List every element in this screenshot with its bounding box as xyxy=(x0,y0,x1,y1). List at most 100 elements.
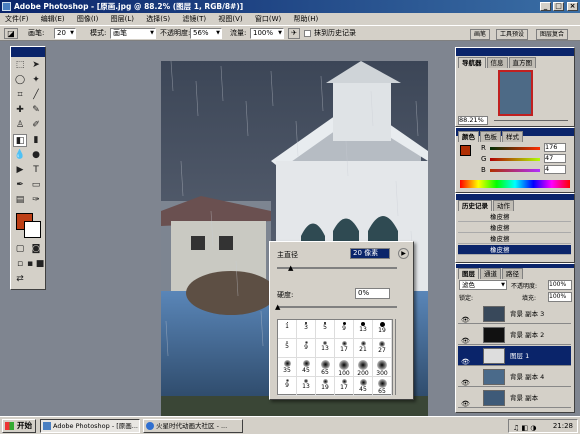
path-selection-icon[interactable]: ▶ xyxy=(13,164,27,177)
flow-input[interactable]: 100% xyxy=(250,28,284,39)
menu-help[interactable]: 帮助(H) xyxy=(288,13,323,25)
lasso-tool-icon[interactable]: ◯ xyxy=(13,74,27,87)
menu-window[interactable]: 窗口(W) xyxy=(250,13,286,25)
blue-value[interactable]: 4 xyxy=(544,165,566,174)
diameter-slider-thumb-icon[interactable]: ▲ xyxy=(288,264,293,272)
red-slider[interactable] xyxy=(490,147,540,150)
layer-row[interactable]: 👁 背景 副本 xyxy=(458,388,571,408)
brush-preset[interactable]: 35 xyxy=(278,358,297,377)
brush-preset[interactable]: 9 xyxy=(335,320,354,339)
menu-image[interactable]: 图像(I) xyxy=(72,13,104,25)
crop-tool-icon[interactable]: ⌗ xyxy=(13,89,27,102)
fill-value[interactable]: 100% xyxy=(548,292,572,302)
brush-preset[interactable]: 3 xyxy=(297,320,316,339)
brush-grid-scrollbar[interactable] xyxy=(395,319,403,395)
maximize-button[interactable]: □ xyxy=(553,2,564,11)
tab-histogram[interactable]: 直方图 xyxy=(508,57,536,68)
marquee-tool-icon[interactable]: ⬚ xyxy=(13,59,27,72)
layer-row-selected[interactable]: 👁 图层 1 xyxy=(458,346,571,366)
history-brush-icon[interactable]: ✐ xyxy=(29,119,43,132)
brush-preset[interactable]: 21 xyxy=(354,339,373,358)
well-brushes-tab[interactable]: 画笔 xyxy=(470,29,491,40)
eraser-tool-preset-icon[interactable]: ◪ xyxy=(4,28,18,39)
tab-color[interactable]: 颜色 xyxy=(458,131,479,142)
menu-edit[interactable]: 编辑(E) xyxy=(36,13,70,25)
blur-tool-icon[interactable]: 💧 xyxy=(13,149,27,162)
brush-preset[interactable]: 65 xyxy=(316,358,335,377)
magic-wand-icon[interactable]: ✦ xyxy=(29,74,43,87)
standard-mode-icon[interactable]: ▢ xyxy=(13,243,27,256)
brush-preset[interactable]: 45 xyxy=(297,358,316,377)
pen-tool-icon[interactable]: ✒ xyxy=(13,179,27,192)
menu-layer[interactable]: 图层(L) xyxy=(106,13,139,25)
blend-mode-select[interactable]: 滤色 xyxy=(459,280,507,290)
imageready-jump-icon[interactable]: ⇄ xyxy=(13,273,27,286)
brush-preset[interactable]: 9 xyxy=(297,339,316,358)
tab-info[interactable]: 信息 xyxy=(486,57,508,68)
menu-filter[interactable]: 滤镜(T) xyxy=(177,13,211,25)
eraser-tool-icon[interactable]: ◧ xyxy=(13,134,27,147)
slice-tool-icon[interactable]: ╱ xyxy=(29,89,43,102)
task-browser[interactable]: 火星时代动画大社区 - ... xyxy=(143,419,243,433)
brush-preset[interactable]: 9 xyxy=(278,377,297,396)
mode-select[interactable]: 画笔 xyxy=(110,28,156,39)
brush-preset[interactable]: 17 xyxy=(335,377,354,396)
color-ramp[interactable] xyxy=(460,180,570,188)
brush-preset[interactable]: 17 xyxy=(335,339,354,358)
opacity-input[interactable]: 56% xyxy=(190,28,222,39)
tab-layers[interactable]: 图层 xyxy=(458,268,479,279)
brush-preset[interactable]: 27 xyxy=(373,339,392,358)
hardness-slider-thumb-icon[interactable]: ▲ xyxy=(275,303,280,311)
clone-stamp-icon[interactable]: ♙ xyxy=(13,119,27,132)
brush-tool-icon[interactable]: ✎ xyxy=(29,104,43,117)
menu-select[interactable]: 选择(S) xyxy=(141,13,175,25)
navigator-thumbnail[interactable] xyxy=(498,70,533,116)
brush-menu-arrow-icon[interactable]: ▶ xyxy=(398,248,409,259)
color-fg-swatch[interactable] xyxy=(460,145,471,156)
brush-preset[interactable]: 100 xyxy=(335,358,354,377)
brush-picker[interactable]: 20 xyxy=(54,28,76,39)
brush-preset[interactable]: 19 xyxy=(316,377,335,396)
type-tool-icon[interactable]: T xyxy=(29,164,43,177)
green-value[interactable]: 47 xyxy=(544,154,566,163)
brush-preset[interactable]: 65 xyxy=(373,377,392,396)
move-tool-icon[interactable]: ➤ xyxy=(29,59,43,72)
eye-icon[interactable]: 👁 xyxy=(461,394,470,414)
well-layer-comps-tab[interactable]: 图层复合 xyxy=(536,29,569,40)
tab-actions[interactable]: 动作 xyxy=(493,200,514,211)
menu-view[interactable]: 视图(V) xyxy=(213,13,247,25)
layer-row[interactable]: 👁 背景 副本 3 xyxy=(458,304,571,324)
healing-brush-icon[interactable]: ✚ xyxy=(13,104,27,117)
brush-preset[interactable]: 13 xyxy=(316,339,335,358)
quick-mask-icon[interactable]: ◙ xyxy=(29,243,43,256)
shape-tool-icon[interactable]: ▭ xyxy=(29,179,43,192)
tab-navigator[interactable]: 导航器 xyxy=(458,57,486,68)
task-photoshop[interactable]: Adobe Photoshop - [原画... xyxy=(40,419,140,433)
master-diameter-field[interactable]: 20 像素 xyxy=(350,248,390,259)
clock[interactable]: 21:28 xyxy=(553,422,573,430)
brush-preset[interactable]: 5 xyxy=(278,339,297,358)
brush-preset[interactable]: 5 xyxy=(316,320,335,339)
eyedropper-icon[interactable]: ✑ xyxy=(29,194,43,207)
menu-file[interactable]: 文件(F) xyxy=(0,13,34,25)
brush-preset[interactable]: 1 xyxy=(278,320,297,339)
diameter-slider[interactable] xyxy=(277,267,397,269)
layer-row[interactable]: 👁 背景 副本 4 xyxy=(458,367,571,387)
layer-row[interactable]: 👁 背景 副本 2 xyxy=(458,325,571,345)
brush-preset[interactable]: 300 xyxy=(373,358,392,377)
navigator-zoom-slider[interactable] xyxy=(494,120,568,121)
green-slider[interactable] xyxy=(490,158,540,161)
notes-tool-icon[interactable]: ▤ xyxy=(13,194,27,207)
tab-styles[interactable]: 样式 xyxy=(502,131,523,142)
minimize-button[interactable]: _ xyxy=(540,2,551,11)
airbrush-icon[interactable]: ✈ xyxy=(288,28,300,39)
history-item-selected[interactable]: 橡皮擦 xyxy=(458,245,571,255)
history-item[interactable]: 橡皮擦 xyxy=(458,212,571,222)
gradient-tool-icon[interactable]: ▮ xyxy=(29,134,43,147)
brush-preset[interactable]: 19 xyxy=(373,320,392,339)
tab-history[interactable]: 历史记录 xyxy=(458,200,492,211)
blue-slider[interactable] xyxy=(490,169,540,172)
history-checkbox[interactable] xyxy=(304,30,311,37)
hardness-field[interactable]: 0% xyxy=(355,288,390,299)
history-item[interactable]: 橡皮擦 xyxy=(458,223,571,233)
